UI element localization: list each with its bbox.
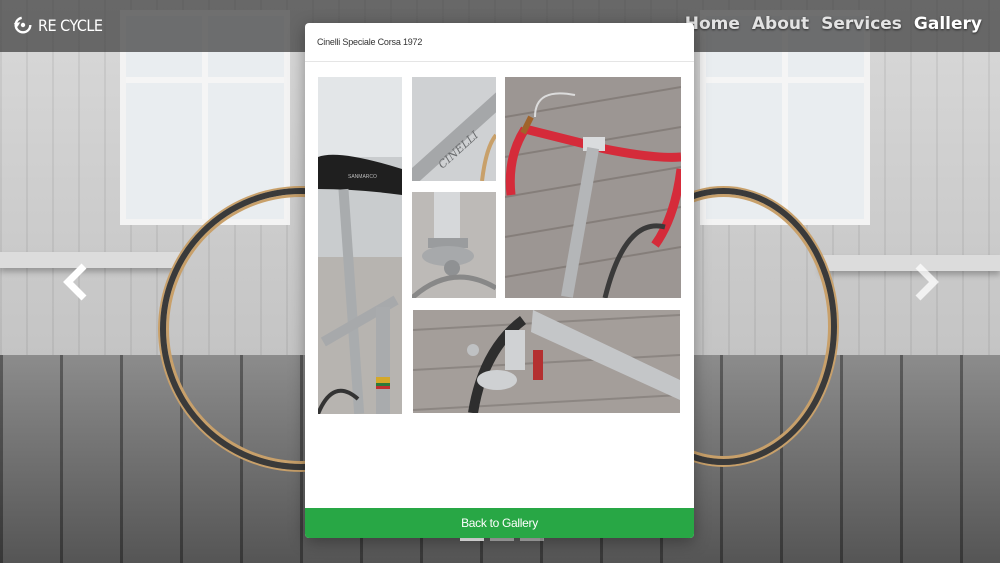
chevron-right-icon xyxy=(915,263,939,301)
back-to-gallery-button[interactable]: Back to Gallery xyxy=(305,508,694,538)
gallery-photo-brake[interactable] xyxy=(413,310,680,413)
carousel-next-button[interactable] xyxy=(908,262,942,302)
carousel-indicator[interactable] xyxy=(520,538,544,541)
carousel-indicator[interactable] xyxy=(490,538,514,541)
gallery-photo-handlebars[interactable] xyxy=(505,77,681,298)
gallery-photo-saddle[interactable]: SANMARCO xyxy=(318,77,402,414)
brand-name: RE CYCLE xyxy=(38,15,103,35)
gallery-photo-fork[interactable] xyxy=(412,192,496,298)
modal-title: Cinelli Speciale Corsa 1972 xyxy=(317,37,423,47)
recycle-icon xyxy=(13,16,32,34)
carousel-prev-button[interactable] xyxy=(60,262,94,302)
svg-text:SANMARCO: SANMARCO xyxy=(348,174,377,180)
chevron-left-icon xyxy=(63,263,87,301)
nav-about[interactable]: About xyxy=(752,14,809,34)
carousel-indicator[interactable] xyxy=(460,538,484,541)
gallery-photo-toptube[interactable]: CINELLI xyxy=(412,77,496,181)
nav-gallery[interactable]: Gallery xyxy=(914,14,982,34)
gallery-modal: Cinelli Speciale Corsa 1972 SANMARCO CIN… xyxy=(305,23,694,538)
modal-header: Cinelli Speciale Corsa 1972 xyxy=(305,23,694,62)
brand-logo[interactable]: RE CYCLE xyxy=(12,14,103,36)
carousel-indicators xyxy=(460,538,544,541)
main-nav: Home About Services Gallery xyxy=(685,14,982,34)
nav-services[interactable]: Services xyxy=(821,14,902,34)
